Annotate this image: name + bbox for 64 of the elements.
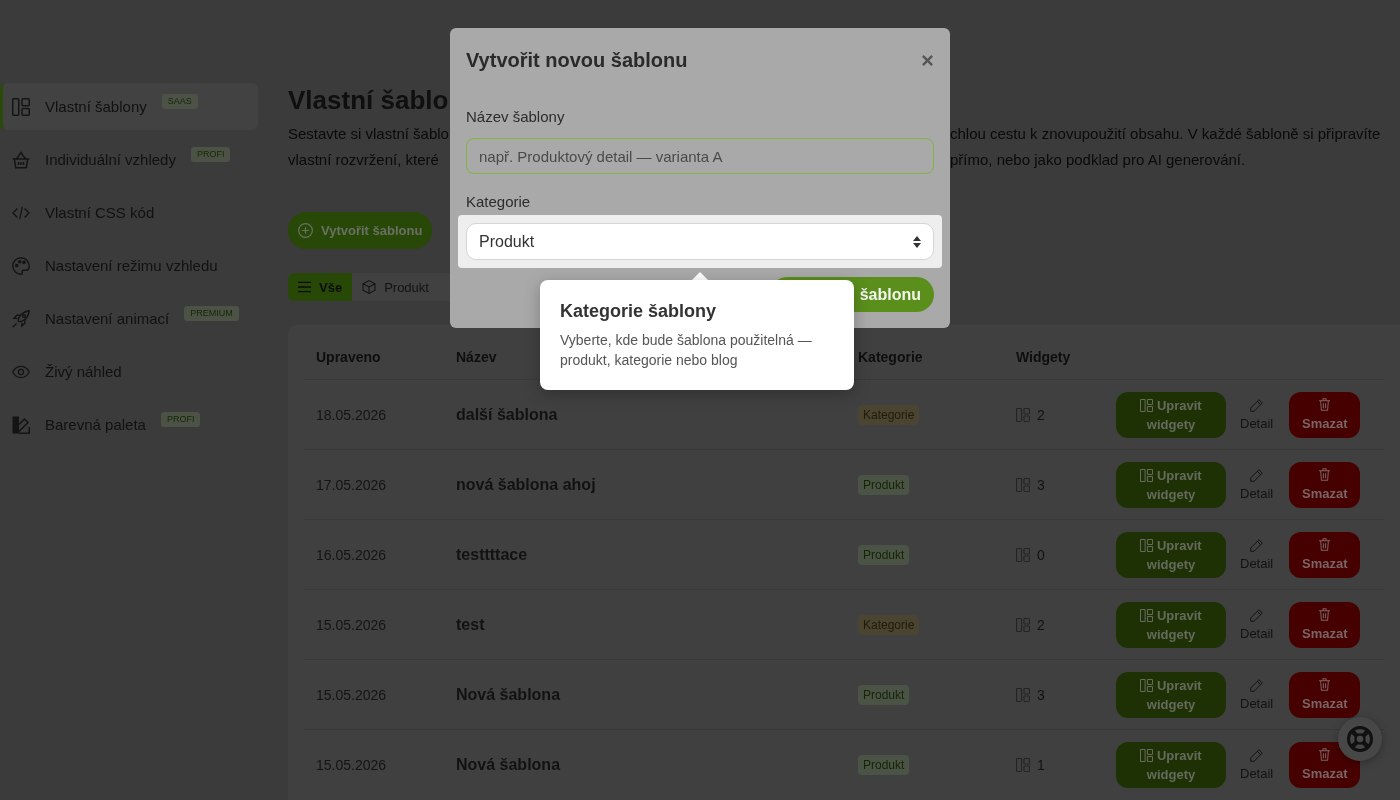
edit-widgets-button[interactable]: Upravit widgety bbox=[1116, 391, 1226, 438]
category-tag: Produkt bbox=[858, 474, 910, 495]
trash-icon bbox=[1319, 398, 1331, 411]
pencil-icon bbox=[1250, 398, 1264, 412]
delete-button[interactable]: Smazat bbox=[1289, 391, 1361, 438]
grid-icon bbox=[1016, 547, 1030, 562]
grid-icon bbox=[1140, 398, 1154, 412]
pencil-icon bbox=[1250, 608, 1264, 622]
lifebuoy-icon bbox=[1347, 726, 1373, 752]
edit-widgets-button[interactable]: Upravit widgety bbox=[1116, 461, 1226, 508]
swatch-icon bbox=[12, 415, 30, 434]
close-button[interactable] bbox=[922, 54, 933, 66]
tooltip-title: Kategorie šablony bbox=[560, 300, 718, 322]
dialog-title: Vytvořit novou šablonu bbox=[466, 48, 688, 72]
plan-badge: PROFI bbox=[190, 147, 231, 162]
grid-icon bbox=[1016, 687, 1030, 702]
delete-button[interactable]: Smazat bbox=[1289, 741, 1361, 788]
trash-icon bbox=[1319, 608, 1331, 621]
basket-icon bbox=[12, 150, 30, 169]
tooltip-text: Vyberte, kde bude šablona použitelná — produkt, kategorie nebo blog bbox=[560, 331, 813, 370]
pencil-icon bbox=[1250, 678, 1264, 692]
delete-button[interactable]: Smazat bbox=[1289, 601, 1361, 648]
category-select[interactable]: Produkt bbox=[466, 223, 934, 260]
edit-widgets-button[interactable]: Upravit widgety bbox=[1116, 601, 1226, 648]
trash-icon bbox=[1319, 748, 1331, 761]
pencil-icon bbox=[1250, 468, 1264, 482]
grid-icon bbox=[1016, 617, 1030, 632]
grid-icon bbox=[1016, 477, 1030, 492]
pencil-icon bbox=[1250, 748, 1264, 762]
grid-icon bbox=[1016, 757, 1030, 772]
plus-circle-icon bbox=[298, 223, 313, 238]
grid-icon bbox=[1140, 468, 1154, 482]
list-icon bbox=[298, 281, 311, 293]
grid-icon bbox=[1140, 608, 1154, 622]
grid-icon bbox=[1016, 407, 1030, 422]
pencil-icon bbox=[1250, 538, 1264, 552]
trash-icon bbox=[1319, 538, 1331, 551]
up-down-caret-icon bbox=[913, 235, 921, 248]
category-tag: Produkt bbox=[858, 754, 910, 775]
edit-widgets-button[interactable]: Upravit widgety bbox=[1116, 671, 1226, 718]
plan-badge: PREMIUM bbox=[184, 306, 239, 321]
rocket-icon bbox=[12, 309, 30, 328]
trash-icon bbox=[1319, 678, 1331, 691]
delete-button[interactable]: Smazat bbox=[1289, 461, 1361, 508]
delete-button[interactable]: Smazat bbox=[1289, 671, 1361, 718]
layout-icon bbox=[12, 97, 30, 116]
category-tag: Produkt bbox=[858, 544, 910, 565]
template-name-input[interactable]: např. Produktový detail — varianta A bbox=[466, 138, 934, 174]
create-template-button[interactable]: Vytvořit šablonu bbox=[288, 212, 433, 249]
trash-icon bbox=[1319, 468, 1331, 481]
filter-tab[interactable]: Vše bbox=[288, 273, 353, 301]
close-icon bbox=[922, 54, 933, 66]
delete-button[interactable]: Smazat bbox=[1289, 531, 1361, 578]
edit-widgets-button[interactable]: Upravit widgety bbox=[1116, 741, 1226, 788]
grid-icon bbox=[1140, 678, 1154, 692]
grid-icon bbox=[1140, 748, 1154, 762]
palette-icon bbox=[12, 256, 30, 275]
grid-icon bbox=[1140, 538, 1154, 552]
field-label: Kategorie bbox=[466, 193, 532, 211]
field-label: Název šablony bbox=[466, 108, 566, 126]
edit-widgets-button[interactable]: Upravit widgety bbox=[1116, 531, 1226, 578]
category-tag: Produkt bbox=[858, 684, 910, 705]
plan-badge: PROFI bbox=[160, 412, 201, 427]
cube-icon bbox=[362, 280, 377, 294]
